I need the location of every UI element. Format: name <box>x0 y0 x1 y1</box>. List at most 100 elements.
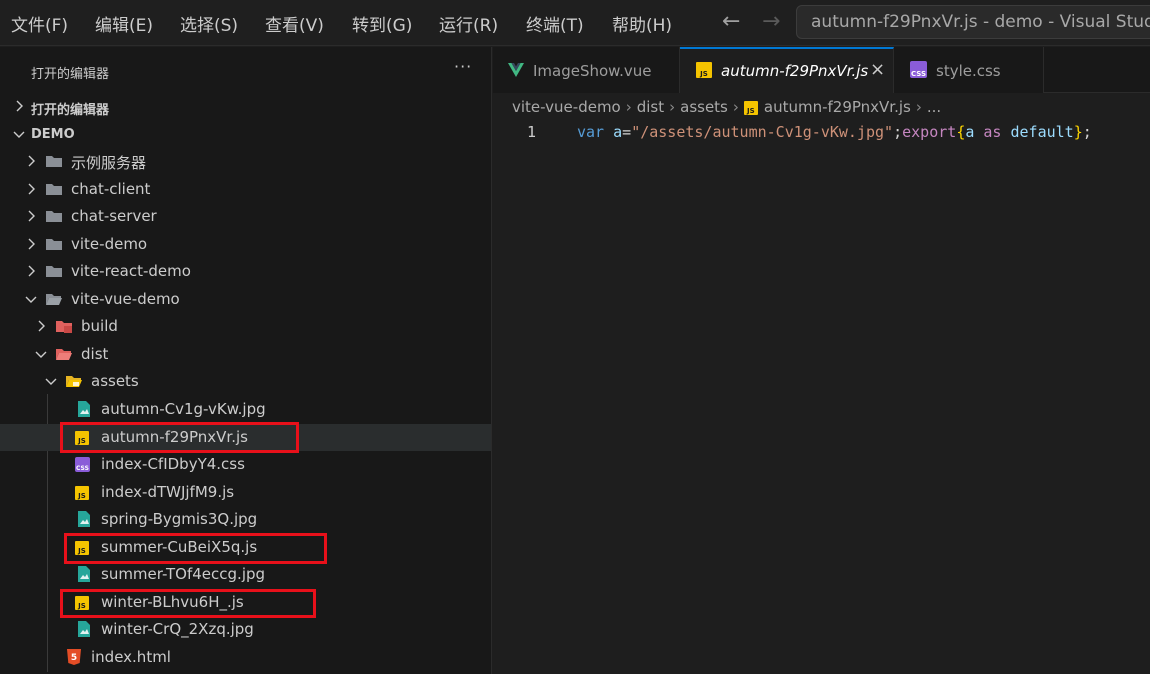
section-open-editors[interactable]: 打开的编辑器 <box>0 93 491 120</box>
tree-item[interactable]: dist <box>0 341 491 368</box>
breadcrumb-item[interactable]: vite-vue-demo <box>512 98 621 116</box>
highlight-box <box>60 589 316 618</box>
menu-terminal[interactable]: 终端(T) <box>526 11 584 36</box>
token: as <box>983 123 1002 141</box>
tree-item[interactable]: 5 index.html <box>0 644 491 671</box>
token: } <box>1073 123 1083 141</box>
js-file-icon: JS <box>696 62 712 78</box>
token: ; <box>893 123 903 141</box>
command-center-title[interactable]: autumn-f29PnxVr.js - demo - Visual Studi… <box>796 5 1150 39</box>
tab-style-css[interactable]: CSS style.css <box>894 47 1044 93</box>
tab-autumn-js[interactable]: JS autumn-f29PnxVr.js × <box>680 47 894 93</box>
tab-label: ImageShow.vue <box>533 62 652 80</box>
breadcrumb-item[interactable]: dist <box>637 98 664 116</box>
tree-item-label: autumn-Cv1g-vKw.jpg <box>101 399 266 418</box>
tree-item[interactable]: build <box>0 313 491 340</box>
tree-item-label: vite-demo <box>71 234 148 253</box>
menu-file[interactable]: 文件(F) <box>11 11 68 36</box>
menu-selection[interactable]: 选择(S) <box>180 11 238 36</box>
breadcrumb-item[interactable]: assets <box>680 98 728 116</box>
chevron-right-icon: › <box>915 98 922 116</box>
back-arrow-icon[interactable]: ← <box>722 9 740 34</box>
tree-item-label: chat-server <box>71 207 157 226</box>
tree-item[interactable]: assets <box>0 368 491 395</box>
menu-help[interactable]: 帮助(H) <box>612 11 672 36</box>
tree-item-label: index-dTWJjfM9.js <box>101 482 235 501</box>
css-file-icon: CSS <box>910 61 927 78</box>
tree-item[interactable]: vite-vue-demo <box>0 286 491 313</box>
tree-item-label: winter-CrQ_2Xzq.jpg <box>101 620 254 639</box>
html-file-icon: 5 <box>65 648 83 665</box>
tree-item[interactable]: JS index-dTWJjfM9.js <box>0 479 491 506</box>
folder-icon <box>45 236 63 252</box>
image-file-icon <box>75 400 93 417</box>
breadcrumb: vite-vue-demo › dist › assets › JS autumn-f29Pn… <box>512 98 941 116</box>
tree-item-label: 示例服务器 <box>71 154 147 172</box>
forward-arrow-icon[interactable]: → <box>762 9 780 34</box>
highlight-box <box>64 533 327 564</box>
image-file-icon <box>75 566 93 583</box>
breadcrumb-item[interactable]: ... <box>927 98 941 116</box>
menu-view[interactable]: 查看(V) <box>265 11 324 36</box>
chevron-right-icon <box>24 181 38 195</box>
chevron-down-icon <box>44 373 58 387</box>
vue-icon <box>507 61 525 79</box>
section-workspace[interactable]: DEMO <box>0 121 491 148</box>
folder-assets-open-icon <box>65 373 83 389</box>
js-file-icon: JS <box>743 101 758 115</box>
image-file-icon <box>75 511 93 528</box>
tree-item-label: chat-client <box>71 179 151 198</box>
tree-item[interactable]: chat-client <box>0 176 491 203</box>
js-file-icon: JS <box>75 485 89 500</box>
tree-item-label: index-CfIDbyY4.css <box>101 455 245 474</box>
tab-label: style.css <box>936 62 1001 80</box>
token: export <box>902 123 957 141</box>
token: default <box>1010 123 1074 141</box>
token: ; <box>1082 123 1092 141</box>
tree-item-label: vite-react-demo <box>71 262 191 281</box>
chevron-right-icon: › <box>625 98 632 116</box>
tree-item[interactable]: spring-Bygmis3Q.jpg <box>0 506 491 533</box>
token: a <box>965 123 975 141</box>
tree-item-label: dist <box>81 344 109 363</box>
close-icon[interactable]: × <box>870 59 885 80</box>
chevron-right-icon <box>24 208 38 222</box>
tree-item[interactable]: 示例服务器 <box>0 148 491 175</box>
image-file-icon <box>75 621 93 638</box>
tree-item-label: index.html <box>91 647 171 666</box>
token: { <box>956 123 966 141</box>
tree-item-label: summer-TOf4eccg.jpg <box>101 565 266 584</box>
code-text[interactable]: var a="/assets/autumn-Cv1g-vKw.jpg";expo… <box>577 123 1092 141</box>
sidebar-title: 打开的编辑器 <box>31 67 110 82</box>
tree-item-label: vite-vue-demo <box>71 289 180 308</box>
token: var <box>577 123 605 141</box>
tree-item[interactable]: summer-TOf4eccg.jpg <box>0 561 491 588</box>
chevron-right-icon <box>24 153 38 167</box>
tree-item[interactable]: chat-server <box>0 203 491 230</box>
chevron-right-icon <box>34 318 48 332</box>
token: = <box>622 123 632 141</box>
editor-tabs: ImageShow.vue JS autumn-f29PnxVr.js × CS… <box>493 47 1150 93</box>
highlight-box <box>60 422 299 453</box>
tree-item-label: spring-Bygmis3Q.jpg <box>101 510 258 529</box>
tab-imageshow-vue[interactable]: ImageShow.vue <box>493 47 680 93</box>
token: a <box>613 123 623 141</box>
tree-item[interactable]: vite-react-demo <box>0 258 491 285</box>
tree-item-label: build <box>81 317 118 336</box>
menu-go[interactable]: 转到(G) <box>352 11 412 36</box>
token: "/assets/autumn-Cv1g-vKw.jpg" <box>631 123 894 141</box>
line-number: 1 <box>527 123 537 141</box>
tree-item[interactable]: CSS index-CfIDbyY4.css <box>0 451 491 478</box>
folder-dist-open-icon <box>55 346 73 362</box>
tree-item[interactable]: vite-demo <box>0 231 491 258</box>
tree-item[interactable]: autumn-Cv1g-vKw.jpg <box>0 396 491 423</box>
title-bar: 文件(F) 编辑(E) 选择(S) 查看(V) 转到(G) 运行(R) 终端(T… <box>0 0 1150 46</box>
more-actions-icon[interactable]: ··· <box>454 57 472 76</box>
code-line[interactable]: 1 var a="/assets/autumn-Cv1g-vKw.jpg";ex… <box>493 120 1150 146</box>
breadcrumb-item[interactable]: autumn-f29PnxVr.js <box>764 98 911 116</box>
chevron-down-icon <box>12 126 26 140</box>
menu-edit[interactable]: 编辑(E) <box>95 11 153 36</box>
css-file-icon: CSS <box>75 457 90 473</box>
menu-run[interactable]: 运行(R) <box>439 11 498 36</box>
tree-item[interactable]: winter-CrQ_2Xzq.jpg <box>0 616 491 643</box>
